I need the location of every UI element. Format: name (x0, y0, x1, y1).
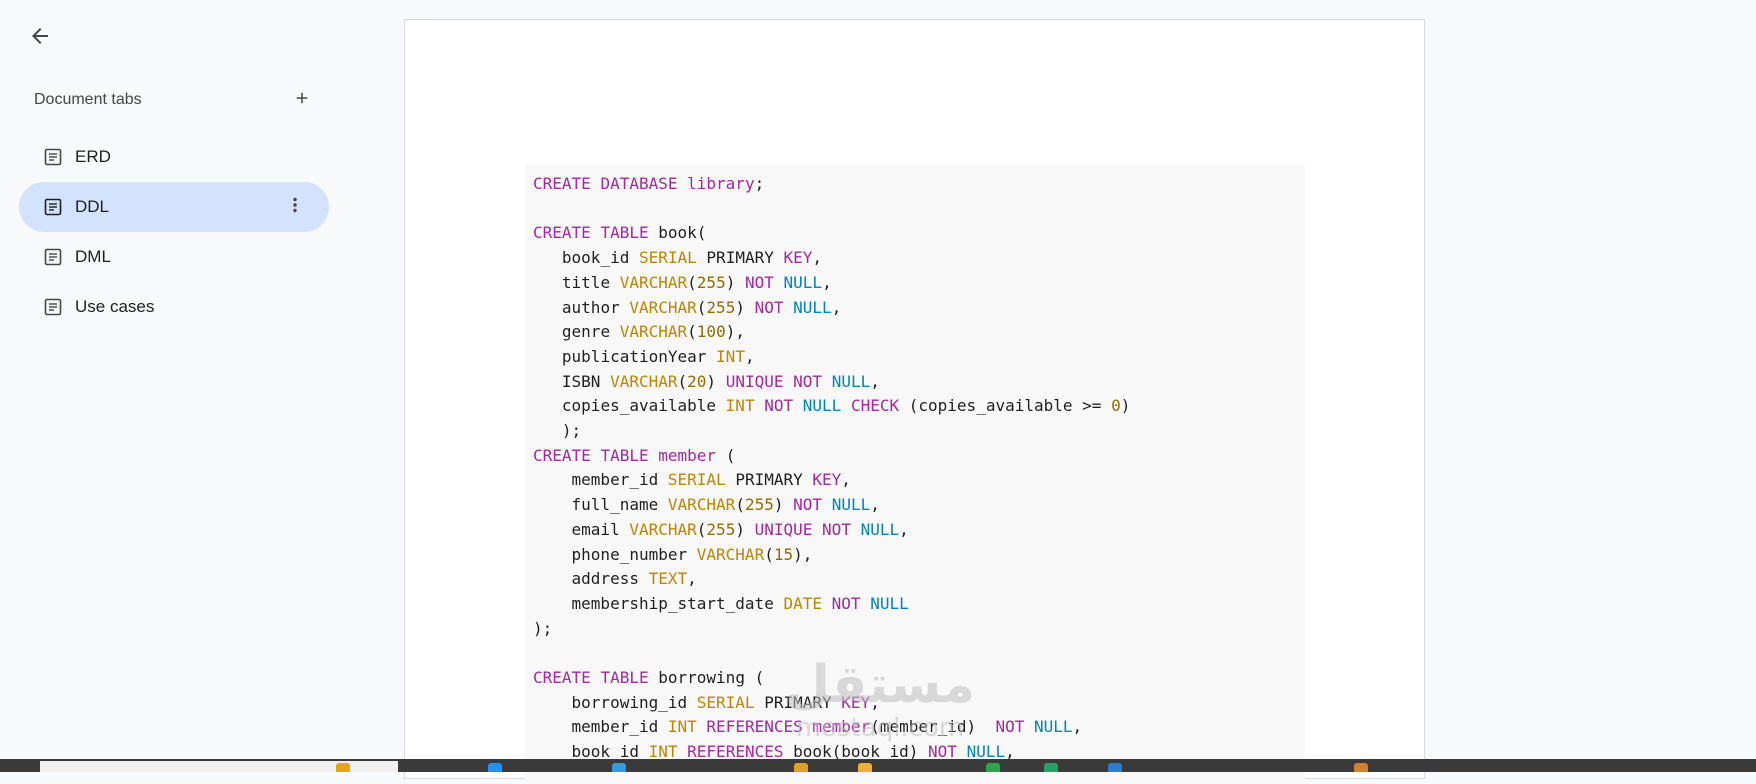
taskbar-app-icon[interactable] (612, 763, 626, 772)
tab-label: Use cases (75, 297, 155, 316)
plus-icon (293, 89, 311, 112)
taskbar-app-icon[interactable] (858, 763, 872, 772)
code-line: borrowing_id SERIAL PRIMARY KEY, (571, 692, 880, 712)
code-line: ); (533, 618, 553, 638)
document-icon (43, 247, 63, 267)
taskbar-app-icon[interactable] (1044, 763, 1058, 772)
code-line: member_id SERIAL PRIMARY KEY, (571, 470, 851, 490)
code-line: title VARCHAR(255) NOT NULL, (561, 272, 832, 292)
taskbar-app-icon[interactable] (986, 763, 1000, 772)
back-button[interactable] (20, 18, 60, 58)
code-line: membership_start_date DATE NOT NULL (571, 593, 909, 613)
tab-label: DDL (75, 197, 110, 216)
taskbar (0, 759, 1756, 772)
taskbar-app-icon[interactable] (1354, 763, 1368, 772)
add-tab-button[interactable] (290, 88, 314, 112)
tab-dml[interactable]: DML (19, 232, 329, 282)
code-line: address TEXT, (571, 569, 697, 589)
document-tabs-title: Document tabs (34, 91, 142, 108)
document-page[interactable]: CREATE DATABASE library; CREATE TABLE bo… (404, 19, 1425, 784)
tab-erd[interactable]: ERD (19, 132, 329, 182)
code-line: ); (561, 421, 582, 441)
arrow-left-icon (28, 24, 52, 53)
code-block[interactable]: CREATE DATABASE library; CREATE TABLE bo… (525, 164, 1305, 784)
code-line: copies_available INT NOT NULL CHECK (cop… (561, 396, 1131, 416)
taskbar-app-icon[interactable] (1108, 763, 1122, 772)
taskbar-app-icon[interactable] (794, 763, 808, 772)
code-line: CREATE TABLE book( (533, 223, 707, 243)
code-line: CREATE TABLE member ( (533, 445, 736, 465)
code-line: book_id SERIAL PRIMARY KEY, (561, 248, 823, 268)
code-line: author VARCHAR(255) NOT NULL, (561, 297, 842, 317)
code-line: full_name VARCHAR(255) NOT NULL, (571, 495, 880, 515)
code-line: email VARCHAR(255) UNIQUE NOT NULL, (571, 519, 909, 539)
document-icon (43, 197, 63, 217)
code-line: phone_number VARCHAR(15), (571, 544, 813, 564)
code-text: CREATE DATABASE library; CREATE TABLE bo… (525, 164, 1305, 765)
tab-label: DML (75, 247, 111, 266)
code-line: ISBN VARCHAR(20) UNIQUE NOT NULL, (561, 371, 880, 391)
more-vert-icon (285, 195, 305, 220)
document-tabs-header: Document tabs (34, 88, 314, 112)
code-line: publicationYear INT, (561, 346, 755, 366)
code-line: member_id INT REFERENCES member(member_i… (571, 717, 1083, 737)
code-line: genre VARCHAR(100), (561, 322, 745, 342)
taskbar-app-icon[interactable] (336, 763, 350, 772)
document-icon (43, 297, 63, 317)
code-line: CREATE DATABASE library; (533, 174, 765, 193)
tab-ddl[interactable]: DDL (19, 182, 329, 232)
tab-options-button[interactable] (283, 195, 307, 219)
tab-use-cases[interactable]: Use cases (19, 282, 329, 332)
document-tab-list: ERD DDL DML Use cases (19, 132, 329, 332)
document-icon (43, 147, 63, 167)
taskbar-app-icon[interactable] (488, 763, 502, 772)
code-line: CREATE TABLE borrowing ( (533, 668, 765, 688)
tab-label: ERD (75, 147, 111, 166)
